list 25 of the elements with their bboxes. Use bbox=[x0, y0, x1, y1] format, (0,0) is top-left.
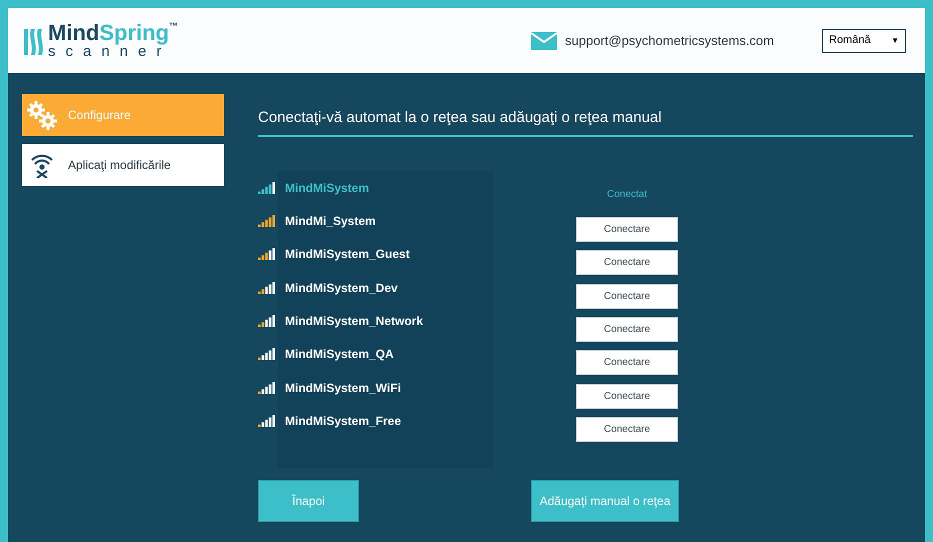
connect-button[interactable]: Conectare bbox=[576, 384, 678, 409]
gears-icon bbox=[26, 100, 58, 130]
network-name[interactable]: MindMiSystem_QA bbox=[285, 345, 394, 364]
sidebar-item[interactable]: Aplicaţi modificările bbox=[22, 144, 224, 186]
support-email[interactable]: support@psychometricsystems.com bbox=[565, 30, 774, 50]
connect-button[interactable]: Conectare bbox=[576, 250, 678, 276]
network-name[interactable]: MindMiSystem_Guest bbox=[285, 245, 410, 264]
logo-waves-icon bbox=[24, 26, 44, 54]
connection-status: Conectat bbox=[606, 188, 648, 202]
connect-button[interactable]: Conectare bbox=[576, 350, 678, 376]
connect-button[interactable]: Conectare bbox=[576, 417, 678, 442]
connect-button[interactable]: Conectare bbox=[576, 216, 678, 242]
network-name[interactable]: MindMiSystem bbox=[285, 178, 370, 196]
connect-button[interactable]: Conectare bbox=[576, 284, 678, 309]
logo-wordmark: MindSpring™ bbox=[48, 22, 178, 44]
connect-button[interactable]: Conectare bbox=[576, 317, 678, 342]
network-name[interactable]: MindMiSystem_Network bbox=[285, 312, 424, 330]
page-title: Conectaţi-vă automat la o reţea sau adăugaţi o reţea manual bbox=[258, 107, 913, 136]
network-name[interactable]: MindMiSystem_WiFi bbox=[285, 378, 401, 397]
network-name[interactable]: MindMi_System bbox=[285, 212, 376, 230]
envelope-icon bbox=[531, 32, 558, 50]
network-name[interactable]: MindMiSystem_Dev bbox=[285, 278, 398, 297]
logo-subtitle: scanner bbox=[48, 44, 172, 59]
language-select[interactable]: Română ▼ bbox=[822, 28, 906, 52]
network-name[interactable]: MindMiSystem_Free bbox=[285, 412, 402, 430]
